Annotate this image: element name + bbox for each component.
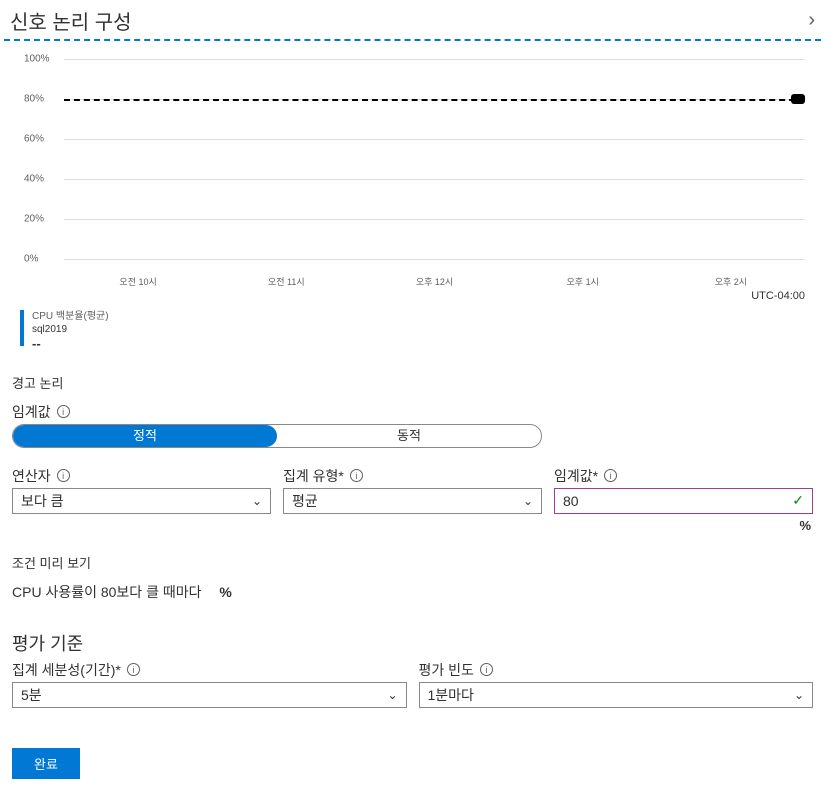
y-tick-80: 80% bbox=[24, 94, 44, 105]
legend-color-bar bbox=[20, 310, 24, 346]
operator-col: 연산자 i 보다 큼 ⌄ bbox=[12, 466, 271, 533]
frequency-col: 평가 빈도 i 1분마다 ⌄ bbox=[419, 660, 814, 708]
info-icon[interactable]: i bbox=[127, 663, 140, 676]
x-tick: 오전 10시 bbox=[64, 275, 212, 288]
threshold-unit: % bbox=[554, 518, 813, 533]
operator-label: 연산자 i bbox=[12, 466, 271, 486]
chart-area: 100% 80% 60% 40% 20% 0% 오전 10시 오전 11시 오후… bbox=[0, 49, 825, 302]
x-tick: 오전 11시 bbox=[212, 275, 360, 288]
alert-logic-label: 경고 논리 bbox=[12, 373, 813, 392]
y-tick-20: 20% bbox=[24, 214, 44, 225]
chevron-down-icon: ⌄ bbox=[794, 688, 804, 702]
frequency-label: 평가 빈도 i bbox=[419, 660, 814, 680]
y-tick-0: 0% bbox=[24, 254, 38, 265]
gridline bbox=[64, 59, 805, 60]
x-tick: 오후 1시 bbox=[509, 275, 657, 288]
legend-series: CPU 백분율(평균) bbox=[32, 310, 109, 323]
check-icon: ✓ bbox=[792, 492, 804, 509]
legend-value: -- bbox=[32, 336, 41, 351]
preview-unit: % bbox=[219, 584, 231, 600]
aggregation-col: 집계 유형* i 평균 ⌄ bbox=[283, 466, 542, 533]
frequency-select[interactable]: 1분마다 ⌄ bbox=[419, 682, 814, 708]
chart-grid: 100% 80% 60% 40% 20% 0% bbox=[24, 59, 805, 269]
threshold-type-label: 임계값 i bbox=[12, 402, 813, 422]
gridline bbox=[64, 219, 805, 220]
chart-timezone: UTC-04:00 bbox=[24, 290, 805, 302]
chevron-down-icon: ⌄ bbox=[523, 494, 533, 508]
operator-select[interactable]: 보다 큼 ⌄ bbox=[12, 488, 271, 514]
chevron-down-icon: ⌄ bbox=[252, 494, 262, 508]
preview-label: 조건 미리 보기 bbox=[12, 553, 813, 572]
toggle-dynamic[interactable]: 동적 bbox=[277, 425, 541, 447]
evaluation-row: 집계 세분성(기간)* i 5분 ⌄ 평가 빈도 i 1분마다 ⌄ bbox=[12, 660, 813, 708]
chart-legend: CPU 백분율(평균) sql2019 -- bbox=[20, 310, 825, 353]
gridline bbox=[64, 139, 805, 140]
y-tick-100: 100% bbox=[24, 54, 50, 65]
operator-value: 보다 큼 bbox=[21, 491, 64, 511]
granularity-label: 집계 세분성(기간)* i bbox=[12, 660, 407, 680]
info-icon[interactable]: i bbox=[480, 663, 493, 676]
granularity-select[interactable]: 5분 ⌄ bbox=[12, 682, 407, 708]
chevron-down-icon: ⌄ bbox=[387, 688, 397, 702]
operator-row: 연산자 i 보다 큼 ⌄ 집계 유형* i 평균 ⌄ 임계값* i bbox=[12, 466, 813, 533]
evaluation-section: 평가 기준 집계 세분성(기간)* i 5분 ⌄ 평가 빈도 i 1분마다 ⌄ bbox=[0, 630, 825, 708]
data-point bbox=[791, 94, 805, 104]
gridline bbox=[64, 179, 805, 180]
done-button[interactable]: 완료 bbox=[12, 748, 80, 779]
page-title: 신호 논리 구성 bbox=[10, 6, 132, 35]
footer: 완료 bbox=[12, 748, 80, 779]
aggregation-select[interactable]: 평균 ⌄ bbox=[283, 488, 542, 514]
y-tick-60: 60% bbox=[24, 134, 44, 145]
preview-section: 조건 미리 보기 CPU 사용률이 80보다 클 때마다 % bbox=[0, 553, 825, 602]
threshold-toggle: 정적 동적 bbox=[12, 424, 542, 448]
legend-text: CPU 백분율(평균) sql2019 -- bbox=[32, 310, 109, 353]
close-icon[interactable]: › bbox=[808, 9, 815, 32]
info-icon[interactable]: i bbox=[604, 469, 617, 482]
info-icon[interactable]: i bbox=[57, 405, 70, 418]
chart-xaxis: 오전 10시 오전 11시 오후 12시 오후 1시 오후 2시 bbox=[64, 269, 805, 288]
evaluation-heading: 평가 기준 bbox=[12, 630, 813, 656]
alert-logic-section: 경고 논리 임계값 i 정적 동적 연산자 i 보다 큼 ⌄ 집계 유형* i … bbox=[0, 373, 825, 533]
y-tick-40: 40% bbox=[24, 174, 44, 185]
info-icon[interactable]: i bbox=[350, 469, 363, 482]
threshold-col: 임계값* i 80 ✓ % bbox=[554, 466, 813, 533]
aggregation-label: 집계 유형* i bbox=[283, 466, 542, 486]
frequency-value: 1분마다 bbox=[428, 685, 474, 705]
legend-resource: sql2019 bbox=[32, 323, 109, 336]
threshold-value-label: 임계값* i bbox=[554, 466, 813, 486]
x-tick: 오후 2시 bbox=[657, 275, 805, 288]
threshold-line bbox=[64, 99, 805, 101]
info-icon[interactable]: i bbox=[57, 469, 70, 482]
aggregation-value: 평균 bbox=[292, 491, 318, 511]
preview-text: CPU 사용률이 80보다 클 때마다 % bbox=[12, 582, 813, 602]
granularity-col: 집계 세분성(기간)* i 5분 ⌄ bbox=[12, 660, 407, 708]
toggle-static[interactable]: 정적 bbox=[13, 425, 277, 447]
x-tick: 오후 12시 bbox=[360, 275, 508, 288]
gridline bbox=[64, 259, 805, 260]
threshold-input[interactable]: 80 ✓ bbox=[554, 488, 813, 514]
dashed-divider bbox=[4, 39, 821, 41]
granularity-value: 5분 bbox=[21, 685, 42, 705]
panel-header: 신호 논리 구성 › bbox=[0, 0, 825, 39]
threshold-value: 80 bbox=[563, 493, 579, 509]
